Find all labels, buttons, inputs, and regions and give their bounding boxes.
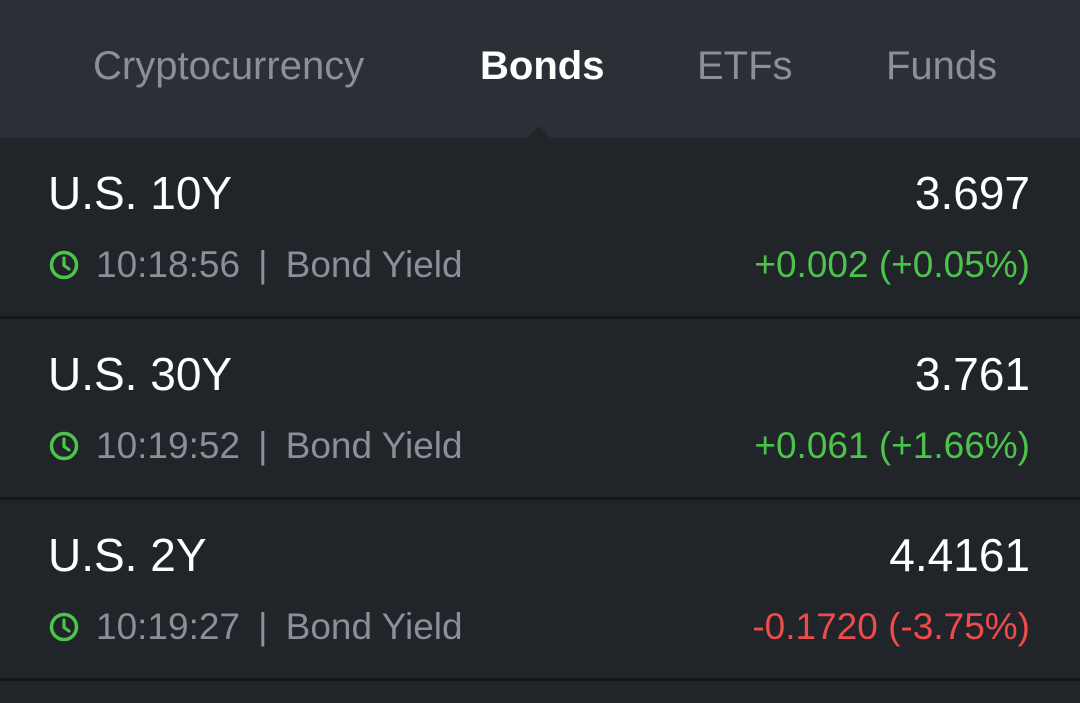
instrument-meta: 10:18:56 | Bond Yield (48, 244, 463, 286)
update-time: 10:18:56 (96, 244, 241, 285)
update-time: 10:19:27 (96, 606, 241, 647)
clock-icon (49, 612, 79, 642)
tab-cryptocurrency[interactable]: Cryptocurrency (93, 0, 364, 134)
list-item[interactable]: U.S. 30Y 3.761 10:19:52 | Bond Yield +0.… (0, 319, 1080, 500)
instrument-name: U.S. 10Y (48, 167, 233, 219)
instrument-name: U.S. 2Y (48, 529, 207, 581)
instrument-meta: 10:19:52 | Bond Yield (48, 425, 463, 467)
instrument-type: Bond Yield (285, 606, 463, 647)
instrument-yield: 3.761 (914, 348, 1030, 400)
clock-icon (49, 250, 79, 280)
instrument-type: Bond Yield (285, 244, 463, 285)
list-item[interactable]: U.S. 10Y 3.697 10:18:56 | Bond Yield +0.… (0, 138, 1080, 319)
price-change: +0.061 (+1.66%) (754, 425, 1030, 466)
tab-bonds[interactable]: Bonds (480, 0, 604, 134)
instrument-yield: 3.697 (914, 167, 1030, 219)
price-change: +0.002 (+0.05%) (754, 244, 1030, 285)
instrument-meta: 10:19:27 | Bond Yield (48, 606, 463, 648)
bond-list: U.S. 10Y 3.697 10:18:56 | Bond Yield +0.… (0, 138, 1080, 681)
market-tab-bar: Cryptocurrency Bonds ETFs Funds (0, 0, 1080, 138)
list-item[interactable]: U.S. 2Y 4.4161 10:19:27 | Bond Yield -0.… (0, 500, 1080, 681)
tab-etfs[interactable]: ETFs (697, 0, 793, 134)
instrument-name: U.S. 30Y (48, 348, 233, 400)
instrument-yield: 4.4161 (889, 529, 1030, 581)
meta-separator: | (258, 425, 268, 466)
bonds-screen: Cryptocurrency Bonds ETFs Funds U.S. 10Y… (0, 0, 1080, 703)
active-tab-indicator (527, 126, 551, 138)
price-change: -0.1720 (-3.75%) (752, 606, 1030, 647)
update-time: 10:19:52 (96, 425, 241, 466)
meta-separator: | (258, 606, 268, 647)
clock-icon (49, 431, 79, 461)
tab-funds[interactable]: Funds (886, 0, 997, 134)
instrument-type: Bond Yield (285, 425, 463, 466)
meta-separator: | (258, 244, 268, 285)
